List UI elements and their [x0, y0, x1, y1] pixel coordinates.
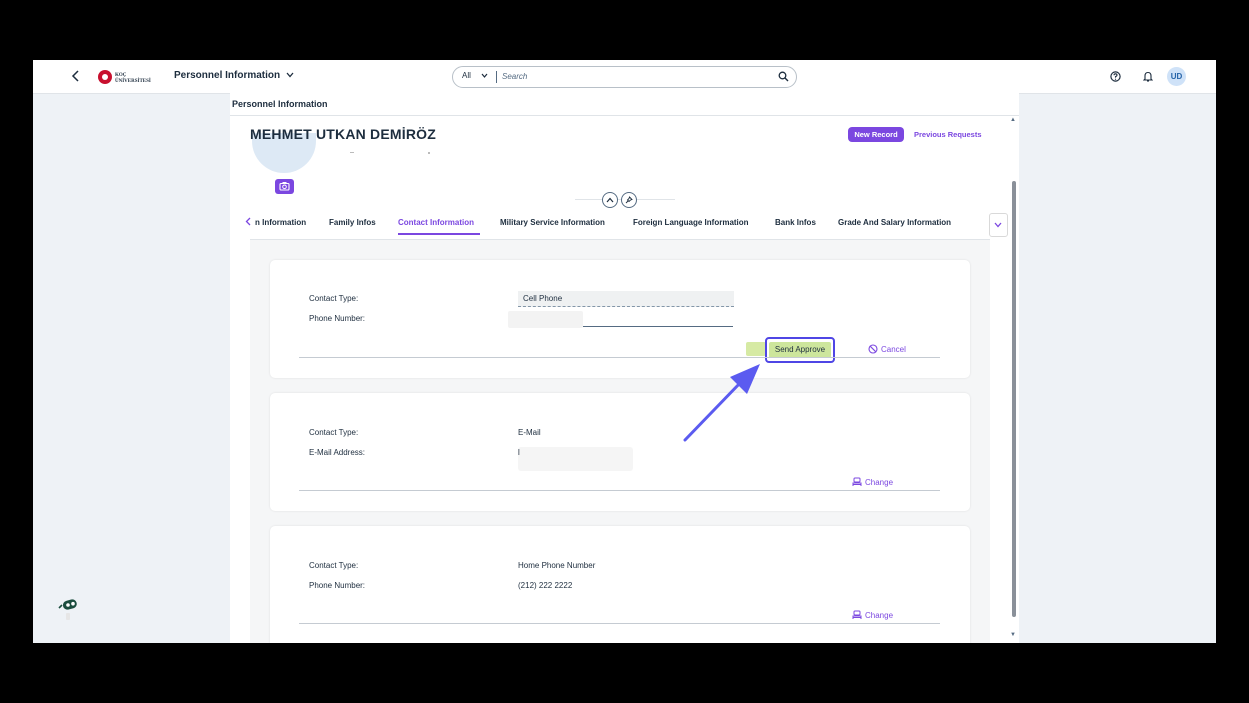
annotation-arrow — [683, 364, 760, 442]
